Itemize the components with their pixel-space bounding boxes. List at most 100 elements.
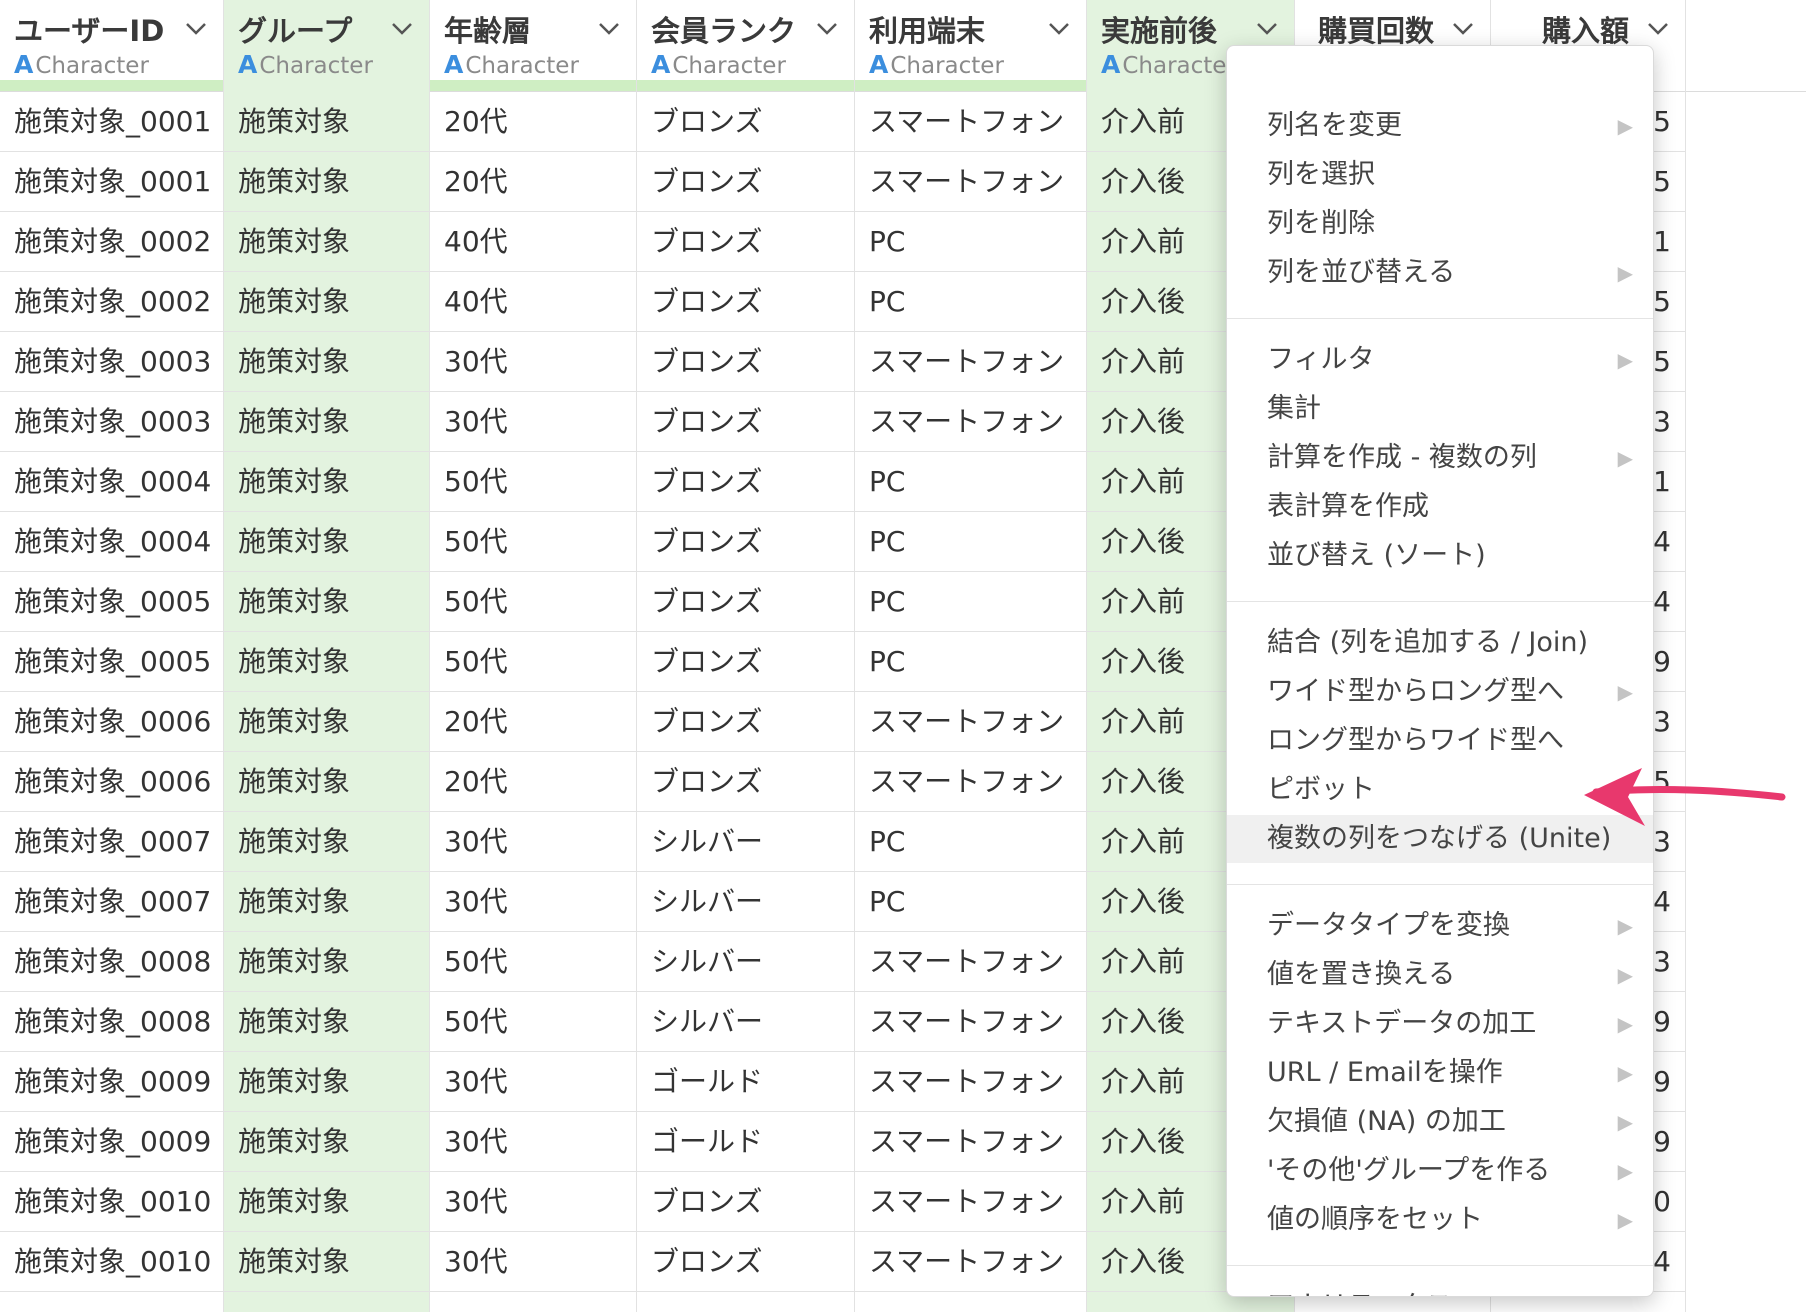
table-cell[interactable]: 50代 — [430, 932, 636, 992]
table-cell[interactable]: 30代 — [430, 1052, 636, 1112]
table-cell[interactable]: 施策対象 — [224, 332, 429, 392]
table-cell[interactable]: 50代 — [430, 452, 636, 512]
table-cell[interactable]: 施策対象_0008 — [0, 932, 223, 992]
menu-item-20[interactable]: 'その他'グループを作る ▶ — [1227, 1147, 1653, 1195]
table-cell[interactable]: PC — [855, 572, 1086, 632]
table-cell[interactable]: ゴールド — [637, 1052, 854, 1112]
table-cell[interactable]: 施策対象 — [224, 512, 429, 572]
menu-item-18[interactable]: URL / Emailを操作 ▶ — [1227, 1049, 1653, 1097]
table-cell[interactable]: 20代 — [430, 752, 636, 812]
menu-item-22[interactable]: アナリティクス ▶ — [1227, 1283, 1653, 1296]
table-cell[interactable]: ブロンズ — [637, 272, 854, 332]
table-cell[interactable]: 施策対象_0007 — [0, 872, 223, 932]
table-cell[interactable]: スマートフォン — [855, 152, 1086, 212]
menu-item-15[interactable]: データタイプを変換 ▶ — [1227, 902, 1653, 950]
table-cell[interactable]: ブロンズ — [637, 752, 854, 812]
table-cell[interactable]: 施策対象_0005 — [0, 632, 223, 692]
menu-item-19[interactable]: 欠損値 (NA) の加工 ▶ — [1227, 1098, 1653, 1146]
table-cell[interactable]: 施策対象 — [224, 152, 429, 212]
menu-item-7[interactable]: 計算を作成 - 複数の列 ▶ — [1227, 434, 1653, 482]
table-cell[interactable]: ブロンズ — [637, 512, 854, 572]
table-cell[interactable]: 施策対象 — [224, 452, 429, 512]
table-cell[interactable]: スマートフォン — [855, 932, 1086, 992]
table-cell[interactable]: スマートフォン — [855, 692, 1086, 752]
menu-item-2[interactable]: 列を選択 — [1227, 151, 1653, 199]
table-cell[interactable]: 施策対象_0009 — [0, 1052, 223, 1112]
table-cell[interactable]: スマートフォン — [855, 392, 1086, 452]
table-cell[interactable]: ブロンズ — [637, 152, 854, 212]
column-header[interactable]: ユーザーID ACharacter — [0, 0, 223, 82]
table-cell[interactable]: 施策対象_0001 — [0, 92, 223, 152]
menu-item-16[interactable]: 値を置き換える ▶ — [1227, 951, 1653, 999]
table-cell[interactable]: 40代 — [430, 272, 636, 332]
menu-item-21[interactable]: 値の順序をセット ▶ — [1227, 1196, 1653, 1244]
chevron-down-icon[interactable] — [183, 15, 209, 41]
table-cell[interactable]: ブロンズ — [637, 1172, 854, 1232]
menu-item-10[interactable]: 結合 (列を追加する / Join) — [1227, 619, 1653, 667]
menu-item-3[interactable]: 列を削除 — [1227, 200, 1653, 248]
table-cell[interactable]: スマートフォン — [855, 1232, 1086, 1292]
table-cell[interactable]: 30代 — [430, 1172, 636, 1232]
table-cell[interactable]: 施策対象 — [224, 212, 429, 272]
table-cell[interactable]: スマートフォン — [855, 1052, 1086, 1112]
menu-item-17[interactable]: テキストデータの加工 ▶ — [1227, 1000, 1653, 1048]
table-cell[interactable]: ブロンズ — [637, 632, 854, 692]
table-cell[interactable]: ブロンズ — [637, 392, 854, 452]
table-cell[interactable]: PC — [855, 272, 1086, 332]
table-cell[interactable]: ブロンズ — [637, 572, 854, 632]
table-cell[interactable]: 施策対象_0006 — [0, 752, 223, 812]
table-cell[interactable]: シルバー — [637, 812, 854, 872]
chevron-down-icon[interactable] — [814, 15, 840, 41]
table-cell[interactable]: 施策対象_0010 — [0, 1172, 223, 1232]
table-cell[interactable]: 30代 — [430, 332, 636, 392]
table-cell[interactable]: 30代 — [430, 1112, 636, 1172]
table-cell[interactable]: 施策対象 — [224, 572, 429, 632]
table-cell[interactable]: 20代 — [430, 92, 636, 152]
chevron-down-icon[interactable] — [1046, 15, 1072, 41]
table-cell[interactable]: シルバー — [637, 872, 854, 932]
table-cell[interactable]: 施策対象 — [224, 392, 429, 452]
menu-item-6[interactable]: 集計 — [1227, 385, 1653, 433]
table-cell[interactable]: 施策対象_0003 — [0, 392, 223, 452]
table-cell[interactable]: 施策対象 — [224, 1232, 429, 1292]
table-cell[interactable]: 施策対象 — [224, 272, 429, 332]
table-cell[interactable]: 施策対象_0009 — [0, 1112, 223, 1172]
table-cell[interactable]: 40代 — [430, 212, 636, 272]
table-cell[interactable]: スマートフォン — [855, 92, 1086, 152]
table-cell[interactable]: 50代 — [430, 992, 636, 1052]
table-cell[interactable]: 20代 — [430, 692, 636, 752]
table-cell[interactable]: ゴールド — [637, 1112, 854, 1172]
table-cell[interactable]: 30代 — [430, 872, 636, 932]
menu-item-12[interactable]: ロング型からワイド型へ — [1227, 717, 1653, 765]
table-cell[interactable]: 50代 — [430, 512, 636, 572]
table-cell[interactable]: 施策対象_0007 — [0, 812, 223, 872]
table-cell[interactable]: 施策対象_0004 — [0, 512, 223, 572]
table-cell[interactable]: 施策対象_0006 — [0, 692, 223, 752]
menu-item-9[interactable]: 並び替え (ソート) — [1227, 532, 1653, 580]
table-cell[interactable]: 30代 — [430, 1232, 636, 1292]
table-cell[interactable]: 施策対象_0004 — [0, 452, 223, 512]
table-cell[interactable]: 施策対象_0003 — [0, 332, 223, 392]
table-cell[interactable]: 施策対象_0001 — [0, 152, 223, 212]
column-header[interactable]: グループ ACharacter — [224, 0, 429, 82]
menu-item-8[interactable]: 表計算を作成 — [1227, 483, 1653, 531]
table-cell[interactable]: ブロンズ — [637, 92, 854, 152]
chevron-down-icon[interactable] — [596, 15, 622, 41]
table-cell[interactable]: スマートフォン — [855, 332, 1086, 392]
menu-item-11[interactable]: ワイド型からロング型へ ▶ — [1227, 668, 1653, 716]
table-cell[interactable]: ブロンズ — [637, 332, 854, 392]
table-cell[interactable]: 施策対象 — [224, 92, 429, 152]
table-cell[interactable]: 施策対象_0002 — [0, 272, 223, 332]
table-cell[interactable]: シルバー — [637, 992, 854, 1052]
table-cell[interactable]: ブロンズ — [637, 452, 854, 512]
table-cell[interactable]: 施策対象_0005 — [0, 572, 223, 632]
table-cell[interactable]: PC — [855, 872, 1086, 932]
table-cell[interactable]: 施策対象 — [224, 1172, 429, 1232]
table-cell[interactable]: ブロンズ — [637, 1232, 854, 1292]
chevron-down-icon[interactable] — [1645, 15, 1671, 41]
table-cell[interactable]: 施策対象 — [224, 932, 429, 992]
table-cell[interactable]: 施策対象 — [224, 1052, 429, 1112]
table-cell[interactable]: スマートフォン — [855, 992, 1086, 1052]
table-cell[interactable]: 施策対象 — [224, 992, 429, 1052]
menu-item-5[interactable]: フィルタ ▶ — [1227, 336, 1653, 384]
